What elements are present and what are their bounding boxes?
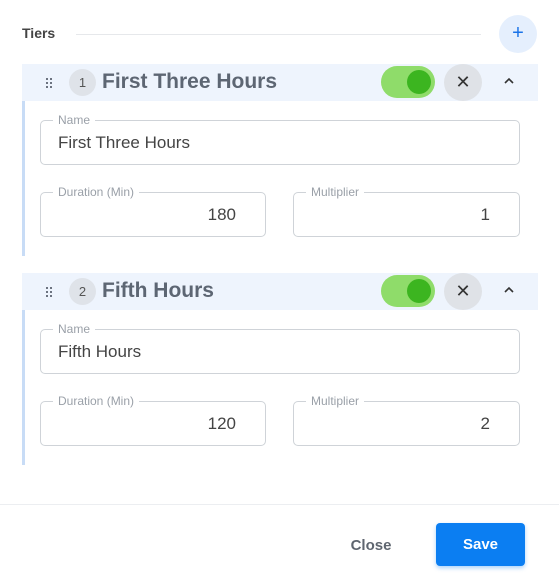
tier-title: First Three Hours <box>102 70 278 93</box>
header-divider <box>76 34 481 35</box>
plus-icon: + <box>512 22 524 44</box>
tier-number-badge: 1 <box>69 69 96 96</box>
multiplier-input[interactable] <box>294 402 519 445</box>
remove-tier-button[interactable]: ✕ <box>444 64 482 101</box>
multiplier-field[interactable]: Multiplier <box>293 185 520 237</box>
save-button[interactable]: Save <box>436 523 525 566</box>
tier-body: Name Duration (Min) Multiplier <box>22 101 538 256</box>
multiplier-input[interactable] <box>294 193 519 236</box>
add-tier-button[interactable]: + <box>499 15 537 53</box>
toggle-knob <box>407 70 431 94</box>
close-icon: ✕ <box>455 72 471 92</box>
chevron-up-icon <box>504 286 514 293</box>
duration-input[interactable] <box>41 402 265 445</box>
duration-input[interactable] <box>41 193 265 236</box>
multiplier-field[interactable]: Multiplier <box>293 394 520 446</box>
name-field[interactable]: Name <box>40 322 520 374</box>
remove-tier-button[interactable]: ✕ <box>444 273 482 310</box>
tier-enabled-toggle[interactable] <box>381 275 435 307</box>
duration-field[interactable]: Duration (Min) <box>40 185 266 237</box>
name-field[interactable]: Name <box>40 113 520 165</box>
name-input[interactable] <box>41 330 519 373</box>
drag-handle-icon[interactable] <box>46 78 54 88</box>
drag-handle-icon[interactable] <box>46 287 54 297</box>
footer-divider <box>0 504 559 505</box>
duration-field[interactable]: Duration (Min) <box>40 394 266 446</box>
tier-enabled-toggle[interactable] <box>381 66 435 98</box>
collapse-tier-button[interactable] <box>498 71 520 93</box>
tier-body: Name Duration (Min) Multiplier <box>22 310 538 465</box>
tier-header[interactable]: 1 First Three Hours ✕ <box>22 64 538 101</box>
close-button[interactable]: Close <box>337 527 405 563</box>
chevron-up-icon <box>504 77 514 84</box>
tier-number-badge: 2 <box>69 278 96 305</box>
close-icon: ✕ <box>455 281 471 301</box>
tier-title: Fifth Hours <box>102 279 214 302</box>
tier-header[interactable]: 2 Fifth Hours ✕ <box>22 273 538 310</box>
collapse-tier-button[interactable] <box>498 280 520 302</box>
section-title: Tiers <box>22 25 56 41</box>
toggle-knob <box>407 279 431 303</box>
name-input[interactable] <box>41 121 519 164</box>
tiers-header: Tiers + <box>0 0 559 64</box>
